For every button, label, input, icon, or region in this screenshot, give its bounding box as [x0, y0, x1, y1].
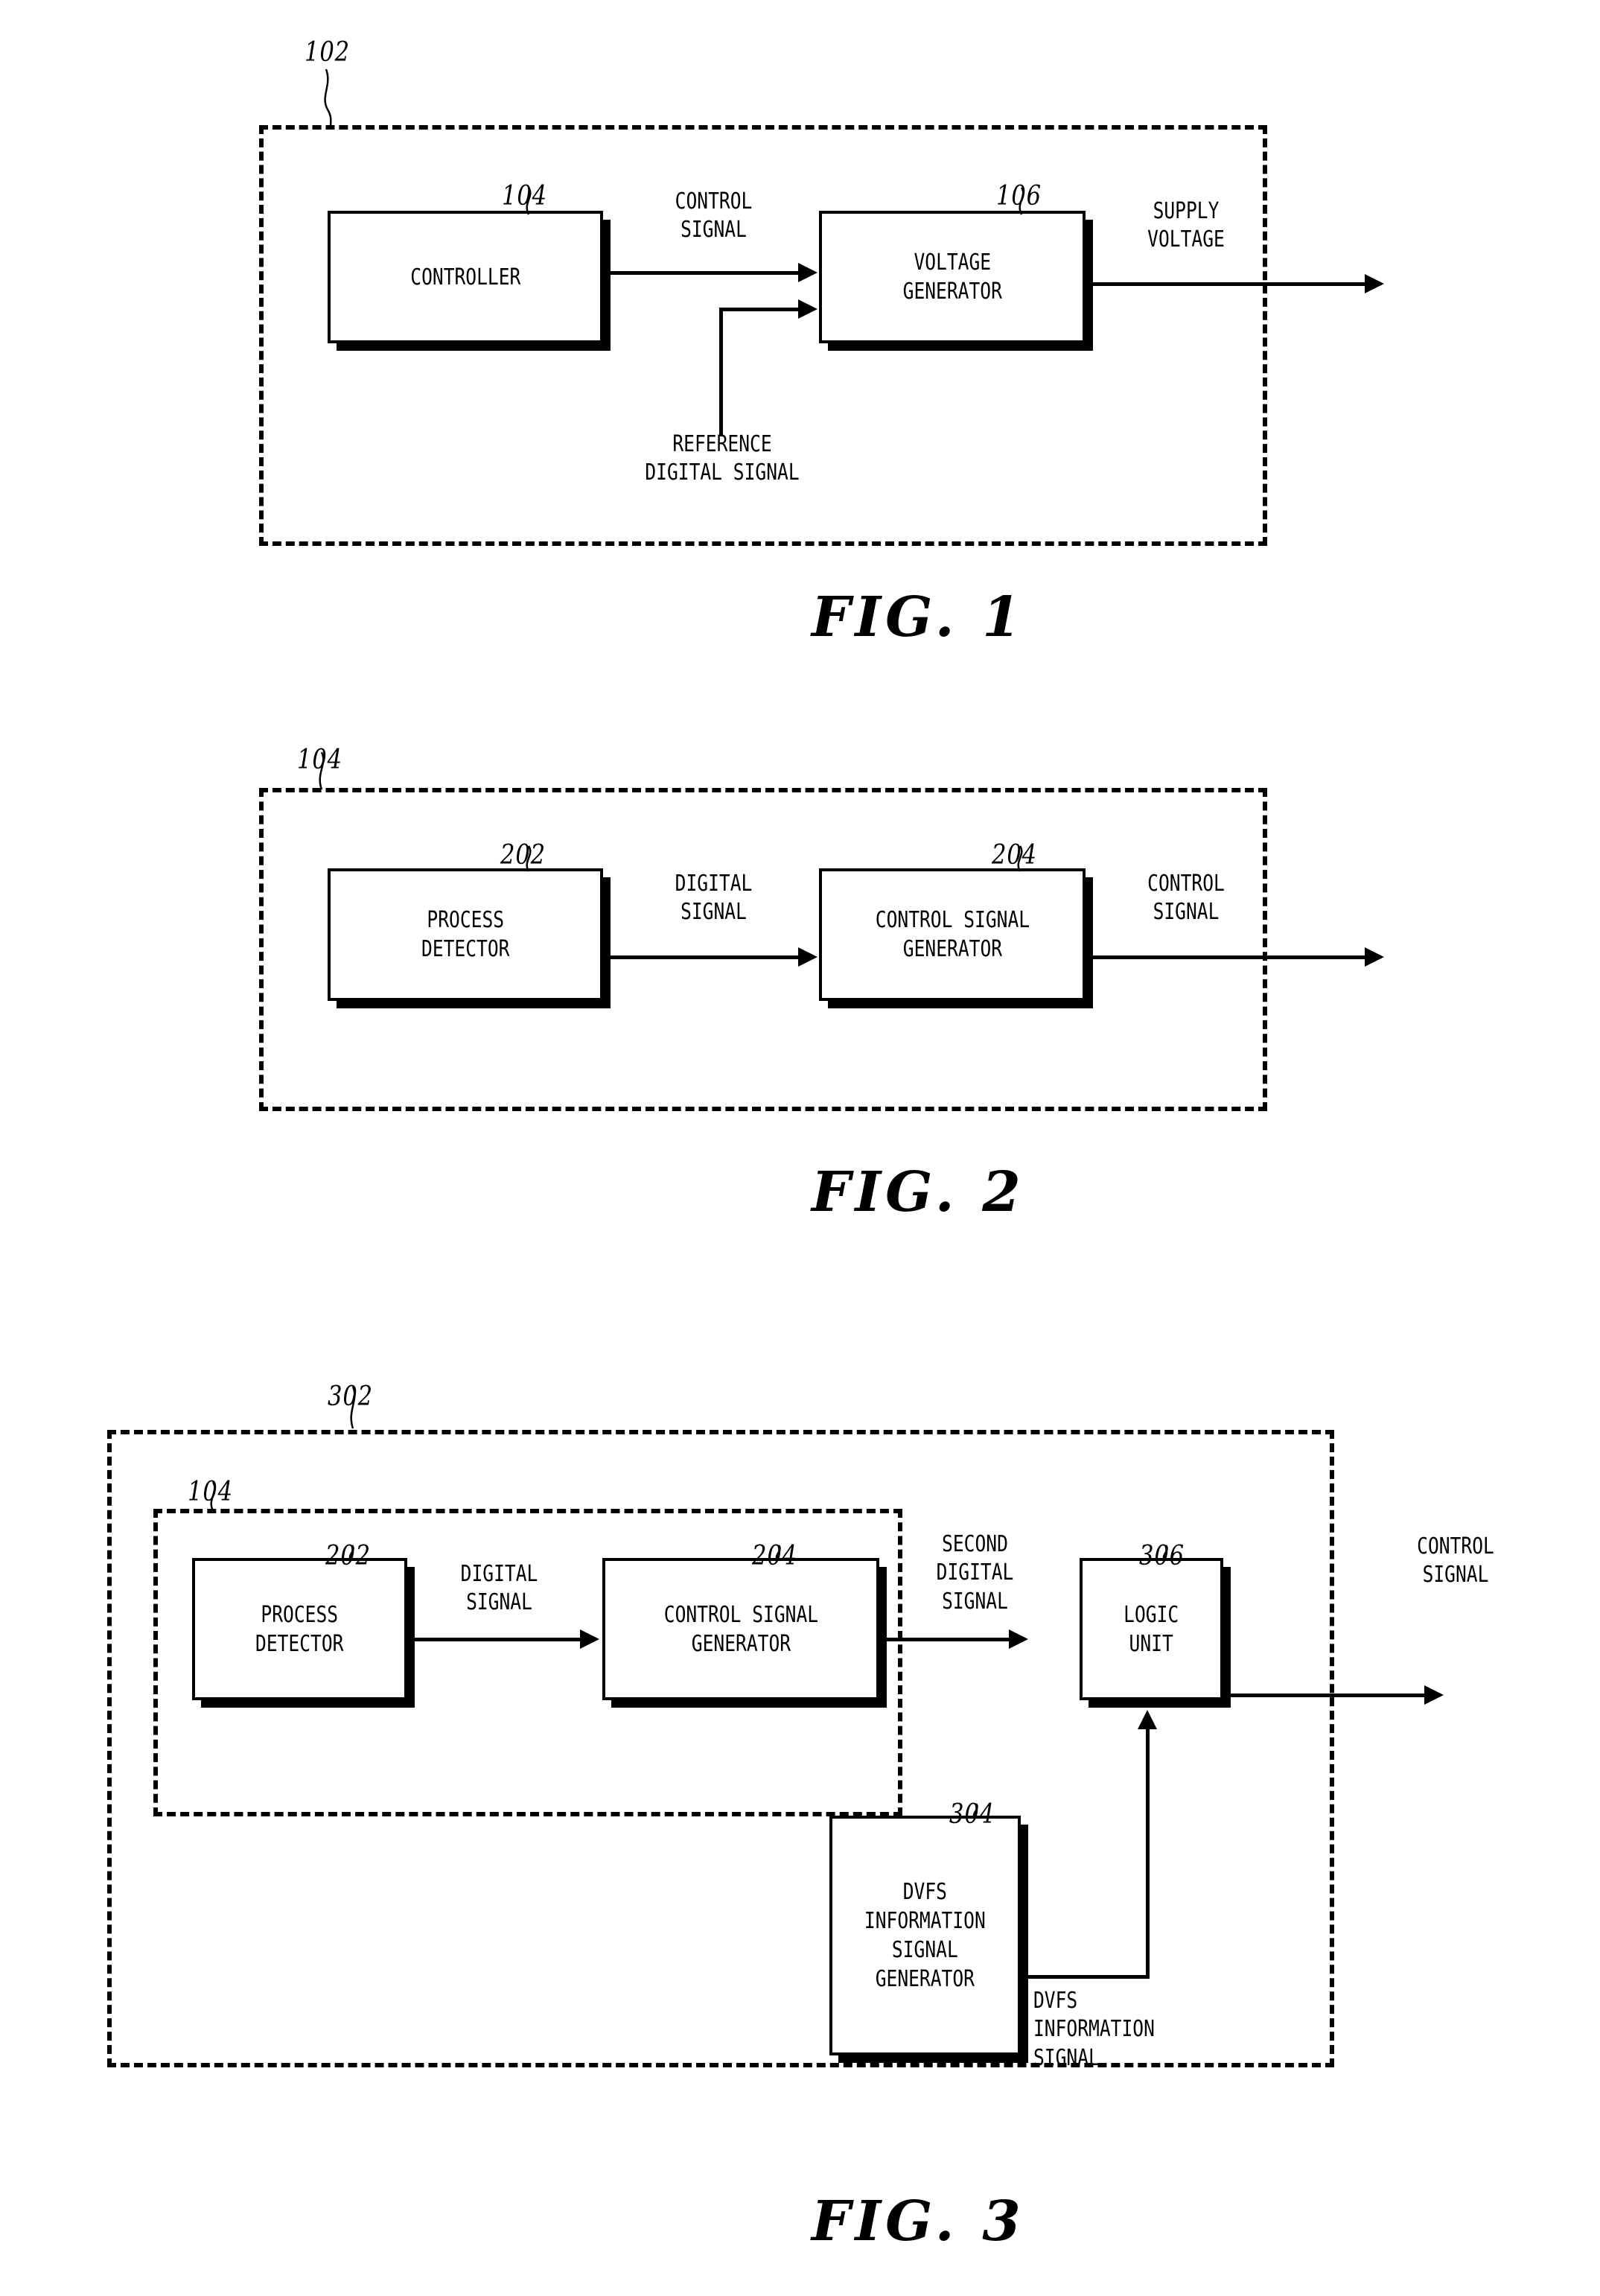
fig3-leader-104 — [210, 1481, 216, 1511]
fig2-wire-control-signal — [1091, 955, 1368, 959]
fig2-wire-digital-signal — [609, 955, 801, 959]
fig3-arrowhead-second-digital-signal — [1009, 1629, 1028, 1649]
fig3-leader-306 — [1162, 1545, 1168, 1561]
fig1-ref-102: 102 — [305, 37, 350, 68]
fig1-block-voltage-generator-label: VOLTAGE GENERATOR — [902, 249, 1002, 305]
fig3-caption: FIG. 3 — [812, 2190, 1025, 2254]
fig1-leader-104 — [526, 187, 532, 215]
fig2-block-control-signal-generator: CONTROL SIGNAL GENERATOR — [819, 868, 1086, 1001]
fig2-block-process-detector-label: PROCESS DETECTOR — [421, 907, 510, 962]
fig3-block-dvfs-generator-label: DVFS INFORMATION SIGNAL GENERATOR — [864, 1879, 986, 1992]
fig2-leader-204 — [1017, 845, 1023, 872]
fig2-label-digital-signal: DIGITAL SIGNAL — [675, 871, 753, 926]
fig3-arrowhead-control-signal — [1424, 1685, 1444, 1705]
fig1-arrowhead-supply-voltage — [1365, 274, 1384, 293]
fig1-block-controller-label: CONTROLLER — [409, 264, 521, 290]
figure-3: 302 104 PROCESS DETECTOR 202 CONTROL SIG… — [0, 0, 1600, 2296]
fig2-block-process-detector: PROCESS DETECTOR — [328, 868, 603, 1001]
fig1-arrowhead-reference-signal — [798, 299, 817, 319]
fig2-leader-202 — [526, 845, 532, 872]
fig3-label-dvfs-information-signal: DVFS INFORMATION SIGNAL — [1033, 1988, 1155, 2071]
fig3-block-dvfs-generator: DVFS INFORMATION SIGNAL GENERATOR — [829, 1816, 1021, 2055]
fig3-leader-204 — [775, 1545, 781, 1561]
fig2-label-control-signal: CONTROL SIGNAL — [1147, 871, 1225, 926]
fig1-wire-reference-vertical — [719, 308, 723, 436]
fig3-label-control-signal: CONTROL SIGNAL — [1417, 1533, 1494, 1589]
fig2-block-control-signal-generator-label: CONTROL SIGNAL GENERATOR — [875, 907, 1030, 962]
fig2-leader-104 — [319, 751, 325, 790]
fig1-label-control-signal: CONTROL SIGNAL — [675, 188, 753, 244]
fig3-label-digital-signal: DIGITAL SIGNAL — [460, 1561, 538, 1616]
fig3-wire-digital-signal — [413, 1638, 583, 1641]
fig1-wire-supply-voltage — [1091, 282, 1368, 286]
fig3-wire-control-signal — [1229, 1694, 1427, 1697]
fig3-block-control-signal-generator-label: CONTROL SIGNAL GENERATOR — [663, 1601, 818, 1657]
fig2-caption: FIG. 2 — [812, 1160, 1025, 1224]
fig3-leader-202 — [348, 1545, 354, 1561]
fig3-leader-302 — [350, 1386, 356, 1429]
fig1-block-voltage-generator: VOLTAGE GENERATOR — [819, 211, 1086, 343]
fig3-wire-dvfs-vertical — [1146, 1728, 1150, 1978]
fig3-block-process-detector: PROCESS DETECTOR — [192, 1558, 407, 1700]
fig1-wire-reference-horizontal — [719, 308, 801, 311]
fig1-leader-106 — [1019, 187, 1024, 215]
fig3-block-logic-unit-label: LOGIC UNIT — [1123, 1601, 1179, 1657]
fig3-block-process-detector-label: PROCESS DETECTOR — [255, 1601, 344, 1657]
fig3-arrowhead-digital-signal — [580, 1629, 599, 1649]
fig2-arrowhead-control-signal — [1365, 947, 1384, 967]
fig1-label-supply-voltage: SUPPLY VOLTAGE — [1147, 198, 1225, 253]
fig1-leader-102 — [324, 69, 332, 128]
fig3-wire-dvfs-horizontal — [1027, 1975, 1150, 1979]
fig3-leader-304 — [972, 1803, 978, 1819]
fig1-block-controller: CONTROLLER — [328, 211, 603, 343]
fig1-caption: FIG. 1 — [812, 585, 1025, 649]
fig2-arrowhead-digital-signal — [798, 947, 817, 967]
fig1-label-reference-digital-signal: REFERENCE DIGITAL SIGNAL — [645, 431, 800, 486]
fig3-block-control-signal-generator: CONTROL SIGNAL GENERATOR — [602, 1558, 879, 1700]
fig3-wire-second-digital-signal — [885, 1638, 1012, 1641]
fig1-arrowhead-control-signal — [798, 263, 817, 282]
fig3-block-logic-unit: LOGIC UNIT — [1080, 1558, 1223, 1700]
fig3-label-second-digital-signal: SECOND DIGITAL SIGNAL — [936, 1531, 1014, 1615]
fig1-wire-control-signal — [609, 271, 801, 275]
fig3-arrowhead-dvfs-signal — [1138, 1710, 1157, 1729]
